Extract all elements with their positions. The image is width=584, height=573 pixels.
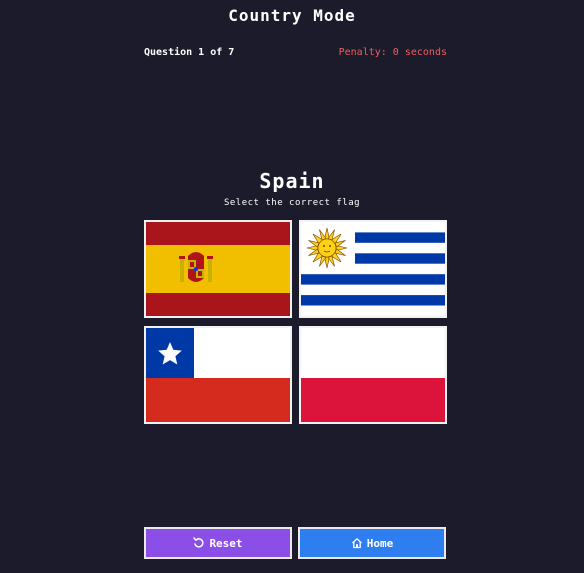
home-button[interactable]: Home [298, 527, 446, 559]
reset-button-label: Reset [209, 536, 243, 550]
flag-option-chile[interactable] [144, 326, 292, 424]
country-name: Spain [259, 169, 325, 193]
penalty-display: Penalty: 0 seconds [338, 47, 447, 58]
reset-button[interactable]: Reset [144, 527, 292, 559]
page-title: Country Mode [228, 6, 356, 25]
poland-flag-icon [301, 328, 445, 422]
home-button-label: Home [366, 536, 394, 550]
spain-flag-icon [146, 222, 290, 316]
uruguay-flag-icon [301, 222, 445, 316]
game-screen: Country Mode Question 1 of 7 Penalty: 0 … [0, 0, 584, 573]
question-counter: Question 1 of 7 [144, 47, 235, 58]
flag-option-spain[interactable] [144, 220, 292, 318]
home-icon [351, 537, 363, 549]
chile-flag-icon [146, 328, 290, 422]
reset-icon [193, 537, 205, 549]
flag-option-uruguay[interactable] [299, 220, 447, 318]
instruction-text: Select the correct flag [223, 198, 361, 208]
flag-option-poland[interactable] [299, 326, 447, 424]
